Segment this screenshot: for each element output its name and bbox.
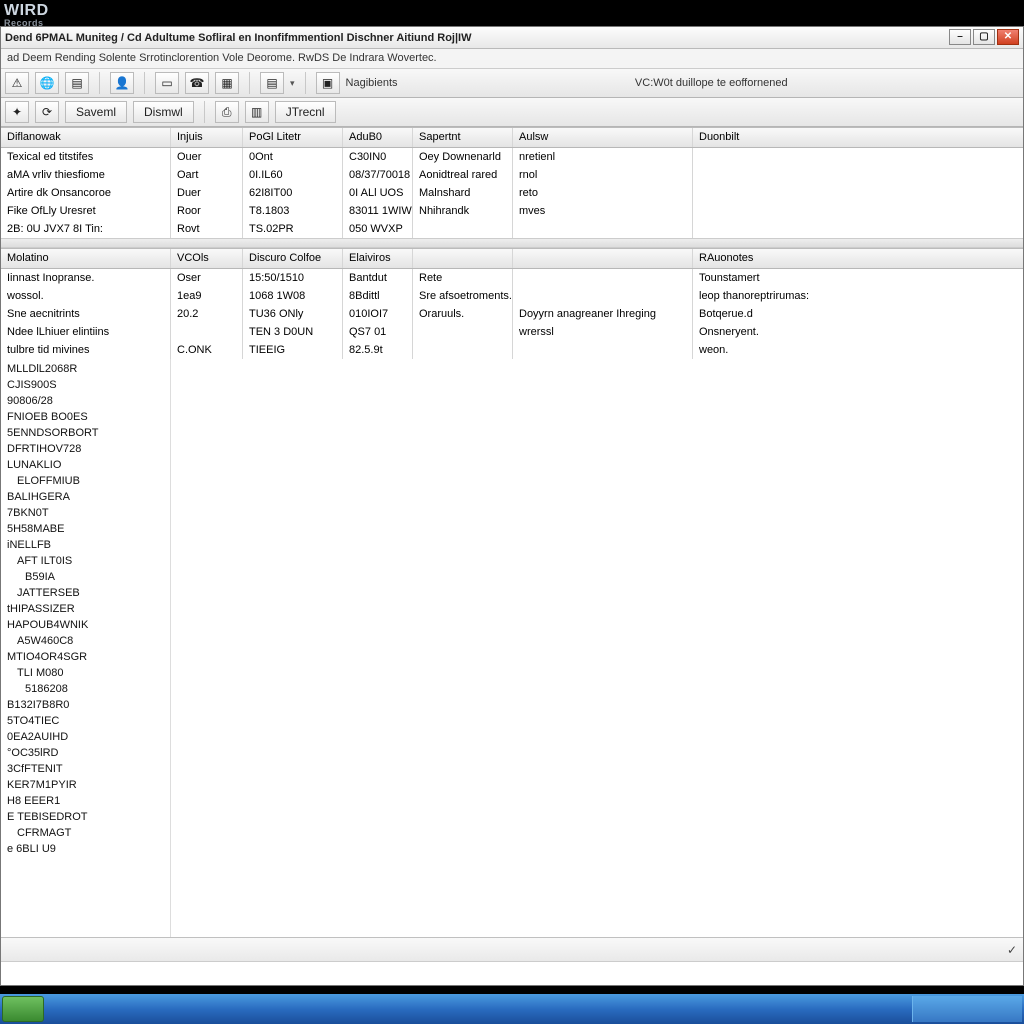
sidebar-item[interactable]: LUNAKLIO <box>1 457 170 473</box>
taskbar[interactable] <box>0 994 1024 1024</box>
refresh-icon[interactable]: ⟳ <box>35 101 59 123</box>
middle-grid: MolatinoVCOlsDiscuro ColfoeElaiviros RAuo… <box>1 248 1023 359</box>
column-header[interactable]: Molatino <box>1 249 171 268</box>
sidebar-item[interactable]: 5186208 <box>1 681 170 697</box>
star-icon[interactable]: ✦ <box>5 101 29 123</box>
brand-name: WIRD <box>4 2 49 19</box>
page-icon[interactable]: ▦ <box>215 72 239 94</box>
table-row[interactable]: Artire dk OnsancoroeDuer62I8IT000I ALl U… <box>1 184 1023 202</box>
sidebar-item[interactable]: CFRMAGT <box>1 825 170 841</box>
saveall-button[interactable]: Saveml <box>65 101 127 123</box>
dismiss-button[interactable]: Dismwl <box>133 101 194 123</box>
chip-icon[interactable]: ▣ <box>316 72 340 94</box>
sidebar-item[interactable]: TLI M080 <box>1 665 170 681</box>
sidebar-tree[interactable]: MLLDlL2068RCJIS900S90806/28FNIOEB BO0ES5… <box>1 359 171 937</box>
table-row[interactable]: Texical ed titstifesOuer0OntC30IN0Oey Do… <box>1 148 1023 166</box>
sidebar-item[interactable]: FNIOEB BO0ES <box>1 409 170 425</box>
tool-icon-a[interactable]: ⎙ <box>215 101 239 123</box>
sidebar-item[interactable]: HAPOUB4WNIK <box>1 617 170 633</box>
sidebar-item[interactable]: KER7M1PYIR <box>1 777 170 793</box>
title-bar[interactable]: Dend 6PMAL Muniteg / Cd Adultume Soflira… <box>1 27 1023 49</box>
globe-icon[interactable]: 🌐 <box>35 72 59 94</box>
sidebar-item[interactable]: 5TO4TIEC <box>1 713 170 729</box>
column-header[interactable]: Elaiviros <box>343 249 413 268</box>
column-header[interactable] <box>513 249 693 268</box>
phone-icon[interactable]: ☎ <box>185 72 209 94</box>
table-row[interactable]: Sne aecnitrints20.2TU36 ONly010IOI7Oraru… <box>1 305 1023 323</box>
sidebar-item[interactable]: e 6BLI U9 <box>1 841 170 857</box>
sidebar-item[interactable]: CJIS900S <box>1 377 170 393</box>
sidebar-item[interactable]: MLLDlL2068R <box>1 361 170 377</box>
upper-grid: DiflanowakInjuisPoGl LitetrAduB0Sapertnt… <box>1 127 1023 238</box>
user-icon[interactable]: 👤 <box>110 72 134 94</box>
sidebar-item[interactable]: 5H58MABE <box>1 521 170 537</box>
sidebar-item[interactable]: H8 EEER1 <box>1 793 170 809</box>
splitter[interactable] <box>1 238 1023 248</box>
sidebar-item[interactable]: BALIHGERA <box>1 489 170 505</box>
sidebar-item[interactable]: °OC35lRD <box>1 745 170 761</box>
sidebar-item[interactable]: 0EA2AUIHD <box>1 729 170 745</box>
toolbar-main: ⚠ 🌐 ▤ 👤 ▭ ☎ ▦ ▤ ▾ ▣ Nagibients VC:W0t du… <box>1 69 1023 98</box>
table-row[interactable]: aMA vrliv thiesfiomeOart0I.IL6008/37/700… <box>1 166 1023 184</box>
system-tray[interactable] <box>912 996 1022 1022</box>
column-header[interactable]: Diflanowak <box>1 128 171 147</box>
close-button[interactable]: ✕ <box>997 29 1019 45</box>
column-header[interactable]: AduB0 <box>343 128 413 147</box>
start-button[interactable] <box>2 996 44 1022</box>
dropdown-icon[interactable]: ▾ <box>290 78 295 89</box>
sidebar-item[interactable]: iNELLFB <box>1 537 170 553</box>
database-icon[interactable]: ▤ <box>65 72 89 94</box>
column-header[interactable]: Duonbilt <box>693 128 873 147</box>
column-header[interactable]: Injuis <box>171 128 243 147</box>
sidebar-item[interactable]: ELOFFMIUB <box>1 473 170 489</box>
sidebar-item[interactable]: 3CfFTENIT <box>1 761 170 777</box>
card-icon[interactable]: ▭ <box>155 72 179 94</box>
sidebar-item[interactable]: AFT ILT0IS <box>1 553 170 569</box>
window-subtitle: ad Deem Rending Solente Srrotinclorentio… <box>1 49 1023 69</box>
tool-icon-b[interactable]: ▥ <box>245 101 269 123</box>
maximize-button[interactable]: ▢ <box>973 29 995 45</box>
status-bar: ✓ <box>1 937 1023 961</box>
column-header[interactable]: Aulsw <box>513 128 693 147</box>
toolbar-label-b: VC:W0t duillope te eoffornened <box>635 77 788 89</box>
table-row[interactable]: tulbre tid mivinesC.ONKTIEEIG82.5.9tweon… <box>1 341 1023 359</box>
sidebar-item[interactable]: 90806/28 <box>1 393 170 409</box>
column-header[interactable]: VCOls <box>171 249 243 268</box>
column-header[interactable]: Discuro Colfoe <box>243 249 343 268</box>
sidebar-item[interactable]: E TEBISEDROT <box>1 809 170 825</box>
main-window: Dend 6PMAL Muniteg / Cd Adultume Soflira… <box>0 26 1024 986</box>
minimize-button[interactable]: – <box>949 29 971 45</box>
status-check-icon: ✓ <box>1007 943 1017 957</box>
sidebar-item[interactable]: tHIPASSIZER <box>1 601 170 617</box>
column-header[interactable]: PoGl Litetr <box>243 128 343 147</box>
alert-icon[interactable]: ⚠ <box>5 72 29 94</box>
sidebar-item[interactable]: B132I7B8R0 <box>1 697 170 713</box>
column-header[interactable]: RAuonotes <box>693 249 873 268</box>
toolbar-secondary: ✦ ⟳ Saveml Dismwl ⎙ ▥ JTrecnl <box>1 98 1023 127</box>
sidebar-item[interactable]: 5ENNDSORBORT <box>1 425 170 441</box>
table-row[interactable]: Iinnast Inopranse.Oser15:50/1510BantdutR… <box>1 269 1023 287</box>
sidebar-item[interactable]: MTIO4OR4SGR <box>1 649 170 665</box>
sidebar-item[interactable]: 7BKN0T <box>1 505 170 521</box>
sidebar-item[interactable]: A5W460C8 <box>1 633 170 649</box>
table-row[interactable]: 2B: 0U JVX7 8I Tin:RovtTS.02PR050 WVXP <box>1 220 1023 238</box>
table-row[interactable]: wossol.1ea91068 1W088BdittlSre afsoetrom… <box>1 287 1023 305</box>
sidebar-item[interactable]: DFRTIHOV728 <box>1 441 170 457</box>
sidebar-item[interactable]: B59IA <box>1 569 170 585</box>
sidebar-item[interactable]: JATTERSEB <box>1 585 170 601</box>
doc-icon[interactable]: ▤ <box>260 72 284 94</box>
toolbar-label-a: Nagibients <box>346 77 398 89</box>
window-title: Dend 6PMAL Muniteg / Cd Adultume Soflira… <box>5 32 472 44</box>
table-row[interactable]: Ndee lLhiuer elintiinsTEN 3 D0UNQS7 01wr… <box>1 323 1023 341</box>
trend-button[interactable]: JTrecnl <box>275 101 336 123</box>
column-header[interactable] <box>413 249 513 268</box>
table-row[interactable]: Fike OfLly UresretRoorT8.180383011 1WIWl… <box>1 202 1023 220</box>
column-header[interactable]: Sapertnt <box>413 128 513 147</box>
